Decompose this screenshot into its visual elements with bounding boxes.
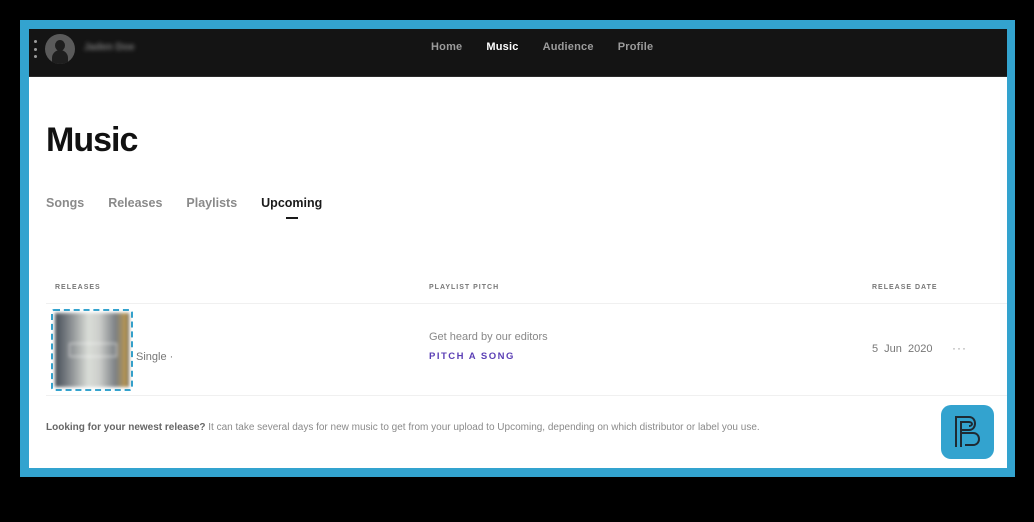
tab-playlists[interactable]: Playlists (186, 196, 237, 210)
pitch-a-song-link[interactable]: PITCH A SONG (429, 351, 515, 362)
more-options-icon[interactable]: ··· (952, 341, 967, 355)
footer-note-text: It can take several days for new music t… (205, 422, 760, 433)
tab-releases[interactable]: Releases (108, 196, 162, 210)
top-navigation-bar: Jaden Doe Home Music Audience Profile (29, 29, 1007, 77)
footer-note-bold: Looking for your newest release? (46, 422, 206, 433)
row-divider (46, 395, 1007, 396)
p-logo-icon (954, 416, 980, 447)
tab-upcoming[interactable]: Upcoming (261, 196, 322, 219)
pitch-description: Get heard by our editors (429, 331, 548, 343)
avatar[interactable] (45, 34, 75, 64)
music-tabs: Songs Releases Playlists Upcoming (46, 196, 346, 219)
app-window: Jaden Doe Home Music Audience Profile Mu… (29, 29, 1007, 468)
column-header-releases: RELEASES (55, 284, 101, 291)
header-divider (46, 303, 1007, 304)
nav-home[interactable]: Home (431, 41, 462, 53)
album-art-highlight[interactable] (51, 309, 133, 391)
highlight-frame: Jaden Doe Home Music Audience Profile Mu… (20, 20, 1015, 477)
tab-songs[interactable]: Songs (46, 196, 84, 210)
avatar-user-body (52, 50, 68, 64)
release-type: Single · (136, 351, 174, 363)
page-title: Music (46, 121, 138, 159)
nav-profile[interactable]: Profile (618, 41, 654, 53)
user-name[interactable]: Jaden Doe (84, 42, 135, 53)
column-header-release-date: RELEASE DATE (872, 284, 938, 291)
brand-logo-badge (941, 405, 994, 459)
menu-kebab-icon[interactable] (32, 40, 38, 58)
nav-music[interactable]: Music (486, 41, 518, 53)
footer-note: Looking for your newest release? It can … (46, 422, 760, 433)
release-date: 5 Jun 2020 (872, 343, 933, 355)
nav-audience[interactable]: Audience (543, 41, 594, 53)
main-nav: Home Music Audience Profile (431, 41, 677, 53)
column-header-playlist-pitch: PLAYLIST PITCH (429, 284, 500, 291)
album-art-image (55, 313, 129, 387)
